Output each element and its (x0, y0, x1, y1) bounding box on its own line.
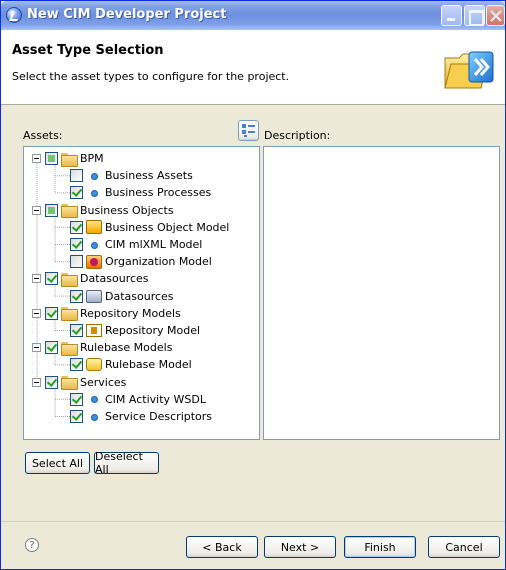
description-panel (263, 146, 500, 440)
footer-divider (1, 521, 505, 522)
tree-item-label: Service Descriptors (105, 410, 213, 423)
finish-button[interactable]: Finish (344, 536, 416, 558)
rulebase-model-icon (86, 358, 102, 372)
deselect-all-button[interactable]: Deselect All (94, 450, 159, 476)
app-icon (6, 7, 22, 23)
item-checkbox[interactable] (70, 186, 83, 200)
tree-item-label: Repository Model (105, 324, 201, 337)
item-checkbox[interactable] (70, 410, 83, 423)
tree-group-label: Business Objects (80, 203, 174, 217)
folder-icon (61, 152, 78, 167)
tree-item-label: Business Object Model (105, 220, 230, 234)
item-checkbox[interactable] (70, 289, 83, 303)
tree-group-label: Services (80, 375, 127, 389)
bullet-icon (86, 170, 102, 182)
tree-item-row[interactable]: Business Processes (70, 184, 211, 201)
asset-tree[interactable]: BPM Business Assets Business Processes Busi… (23, 146, 260, 440)
tree-group-row[interactable]: Datasources (32, 270, 149, 287)
wizard-folder-icon (444, 51, 494, 89)
tree-group-label: BPM (80, 152, 104, 165)
item-checkbox[interactable] (70, 255, 83, 269)
tree-group-label: Datasources (80, 272, 149, 286)
tree-item-row[interactable]: Service Descriptors (70, 408, 212, 425)
item-checkbox[interactable] (70, 220, 83, 234)
item-checkbox[interactable] (70, 238, 83, 251)
tree-item-row[interactable]: Rulebase Model (70, 356, 192, 373)
tree-item-label: Datasources (105, 289, 174, 303)
next-button[interactable]: Next > (264, 536, 336, 558)
group-checkbox[interactable] (45, 306, 58, 320)
folder-icon (61, 376, 78, 391)
collapse-toggle-icon[interactable] (32, 377, 41, 387)
item-checkbox[interactable] (70, 324, 83, 337)
repository-model-icon (86, 324, 102, 337)
folder-icon (61, 307, 78, 322)
cancel-button[interactable]: Cancel (428, 536, 500, 558)
datasource-icon (86, 289, 102, 303)
tree-item-label: Rulebase Model (105, 358, 192, 372)
tree-group-label: Rulebase Models (80, 341, 173, 355)
tree-group-row[interactable]: BPM (32, 150, 104, 167)
tree-item-row[interactable]: Organization Model (70, 253, 212, 270)
item-checkbox[interactable] (70, 392, 83, 406)
toggle-tree-button[interactable] (238, 120, 259, 141)
group-checkbox[interactable] (45, 272, 58, 286)
title-bar[interactable]: New CIM Developer Project (1, 1, 505, 30)
dialog-window: New CIM Developer Project Asset Type Sel… (0, 0, 506, 570)
tree-group-row[interactable]: Services (32, 374, 126, 391)
tree-view-icon (242, 124, 255, 137)
tree-group-row[interactable]: Repository Models (32, 305, 181, 322)
tree-item-label: Business Assets (105, 169, 193, 183)
item-checkbox[interactable] (70, 169, 83, 183)
select-all-button[interactable]: Select All (25, 452, 90, 474)
tree-item-row[interactable]: Datasources (70, 288, 174, 305)
collapse-toggle-icon[interactable] (32, 205, 41, 215)
collapse-toggle-icon[interactable] (32, 274, 41, 284)
help-icon[interactable]: ? (25, 538, 39, 552)
bullet-icon (86, 393, 102, 405)
tree-group-row[interactable]: Business Objects (32, 202, 174, 219)
maximize-button[interactable] (464, 5, 485, 26)
tree-item-row[interactable]: Repository Model (70, 322, 200, 339)
tree-item-row[interactable]: Business Assets (70, 167, 193, 184)
wizard-banner: Asset Type Selection Select the asset ty… (1, 30, 505, 105)
assets-label: Assets: (23, 129, 63, 142)
collapse-toggle-icon[interactable] (32, 343, 41, 353)
tree-item-row[interactable]: Business Object Model (70, 219, 229, 236)
folder-icon (61, 341, 78, 356)
collapse-toggle-icon[interactable] (32, 308, 41, 318)
bullet-icon (86, 239, 102, 251)
business-object-model-icon (86, 220, 102, 235)
tree-item-label: Organization Model (105, 255, 212, 269)
tree-group-row[interactable]: Rulebase Models (32, 339, 172, 356)
page-title: Asset Type Selection (12, 43, 164, 58)
tree-item-label: CIM Activity WSDL (105, 392, 207, 406)
group-checkbox[interactable] (45, 203, 58, 217)
folder-icon (61, 204, 78, 219)
item-checkbox[interactable] (70, 358, 83, 372)
tree-group-label: Repository Models (80, 306, 181, 320)
page-description: Select the asset types to configure for … (12, 70, 290, 83)
window-title: New CIM Developer Project (27, 7, 227, 22)
tree-item-row[interactable]: CIM mlXML Model (70, 236, 202, 253)
organization-model-icon (86, 254, 102, 269)
close-button[interactable] (486, 5, 505, 26)
group-checkbox[interactable] (45, 152, 58, 165)
group-checkbox[interactable] (45, 341, 58, 355)
tree-item-label: Business Processes (105, 186, 212, 200)
folder-icon (61, 272, 78, 287)
back-button[interactable]: < Back (186, 536, 258, 558)
collapse-toggle-icon[interactable] (32, 154, 41, 163)
tree-item-row[interactable]: CIM Activity WSDL (70, 391, 206, 408)
bullet-icon (86, 411, 102, 423)
description-label: Description: (264, 129, 331, 142)
group-checkbox[interactable] (45, 375, 58, 389)
tree-item-label: CIM mlXML Model (105, 238, 203, 251)
bullet-icon (86, 187, 102, 199)
minimize-button[interactable] (441, 5, 462, 26)
